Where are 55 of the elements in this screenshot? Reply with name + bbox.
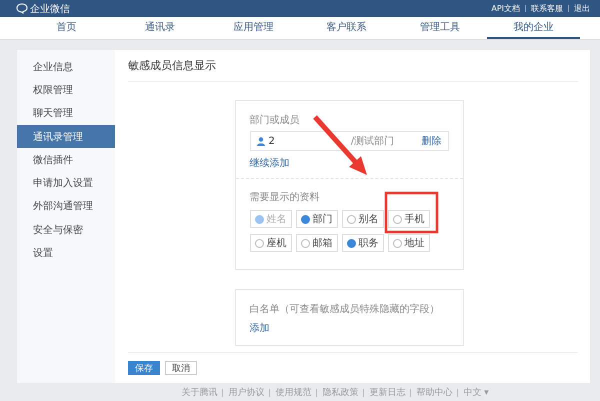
sidebar-item[interactable]: 企业信息 bbox=[17, 55, 115, 78]
sidebar-item[interactable]: 微信插件 bbox=[17, 148, 115, 172]
checkbox-icon[interactable] bbox=[254, 238, 264, 248]
nav-tab[interactable]: 客户联系 bbox=[300, 17, 394, 39]
sidebar-item[interactable]: 外部沟通管理 bbox=[17, 194, 115, 218]
option-label: 手机 bbox=[404, 212, 424, 226]
checkbox-icon[interactable] bbox=[300, 214, 310, 224]
nav-tab[interactable]: 通讯录 bbox=[113, 17, 207, 39]
department-name: /测试部门 bbox=[350, 134, 396, 148]
checkbox-icon[interactable] bbox=[346, 214, 356, 224]
sidebar-item[interactable]: 申请加入设置 bbox=[17, 171, 115, 195]
logo-icon bbox=[16, 3, 28, 14]
field-option[interactable]: 座机 bbox=[250, 234, 292, 252]
field-option[interactable]: 手机 bbox=[388, 210, 430, 228]
header-link[interactable]: API文档 bbox=[491, 3, 520, 14]
sidebar-item[interactable]: 安全与保密 bbox=[17, 218, 115, 242]
nav-tab[interactable]: 应用管理 bbox=[206, 17, 300, 39]
save-button[interactable]: 保存 bbox=[128, 361, 160, 375]
checkbox-icon[interactable] bbox=[346, 238, 356, 248]
member-count: 2 bbox=[268, 136, 275, 146]
sidebar-item[interactable]: 通讯录管理 bbox=[17, 124, 115, 148]
field-option[interactable]: 别名 bbox=[342, 210, 384, 228]
field-option[interactable]: 部门 bbox=[296, 210, 338, 228]
header-link[interactable]: 联系客服 bbox=[531, 3, 563, 14]
page-title: 敏感成员信息显示 bbox=[128, 58, 216, 73]
option-label: 地址 bbox=[404, 236, 424, 250]
cancel-button[interactable]: 取消 bbox=[165, 361, 197, 375]
option-label: 邮箱 bbox=[312, 236, 332, 250]
checkbox-icon[interactable] bbox=[300, 238, 310, 248]
field-option[interactable]: 地址 bbox=[388, 234, 430, 252]
highlight-frame bbox=[384, 192, 438, 234]
add-more-link[interactable]: 继续添加 bbox=[250, 156, 290, 170]
add-link[interactable]: 添加 bbox=[250, 321, 270, 335]
sidebar-item[interactable]: 权限管理 bbox=[17, 78, 115, 102]
whitelist-label: 白名单（可查看敏感成员特殊隐藏的字段） bbox=[250, 302, 440, 316]
checkbox-icon[interactable] bbox=[392, 214, 402, 224]
nav-tab[interactable]: 首页 bbox=[20, 17, 114, 39]
sidebar-item[interactable]: 设置 bbox=[17, 241, 115, 265]
header-link[interactable]: 退出 bbox=[574, 3, 590, 14]
section-label: 需要显示的资料 bbox=[250, 190, 320, 204]
delete-link[interactable]: 删除 bbox=[422, 134, 442, 148]
option-label: 别名 bbox=[358, 213, 378, 226]
nav-tab[interactable]: 管理工具 bbox=[393, 17, 487, 39]
person-icon bbox=[256, 136, 264, 146]
nav-tab[interactable]: 我的企业 bbox=[486, 17, 580, 39]
option-label: 座机 bbox=[266, 236, 286, 250]
sidebar-item[interactable]: 聊天管理 bbox=[17, 102, 115, 125]
field-option[interactable]: 邮箱 bbox=[296, 234, 338, 252]
logo-text: 企业微信 bbox=[30, 2, 70, 16]
field-option[interactable]: 职务 bbox=[342, 234, 384, 252]
option-label: 部门 bbox=[312, 212, 332, 226]
option-label: 姓名 bbox=[266, 213, 286, 226]
section-label: 部门或成员 bbox=[250, 114, 300, 127]
checkbox-icon[interactable] bbox=[392, 238, 402, 248]
option-label: 职务 bbox=[358, 237, 378, 250]
